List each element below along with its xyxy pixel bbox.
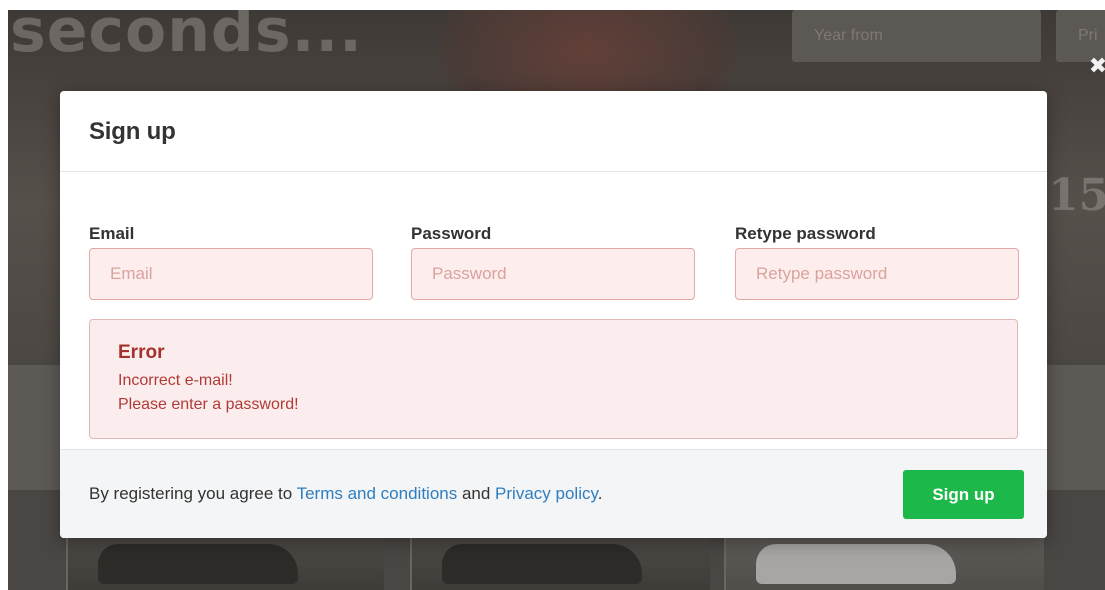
modal-body: Email Password Retype password Error Inc…: [60, 172, 1047, 449]
close-icon[interactable]: ✖: [1086, 55, 1105, 79]
modal-footer: By registering you agree to Terms and co…: [60, 449, 1047, 538]
error-title: Error: [118, 342, 165, 363]
terms-and: and: [457, 484, 496, 503]
email-field[interactable]: [89, 248, 373, 300]
year-from-input: Year from: [792, 10, 1041, 62]
modal-title: Sign up: [89, 118, 176, 145]
modal-header: Sign up: [60, 91, 1047, 172]
terms-suffix: .: [597, 484, 603, 503]
retype-password-label: Retype password: [735, 224, 876, 243]
error-alert: Error Incorrect e-mail! Please enter a p…: [89, 319, 1018, 439]
password-label: Password: [411, 224, 492, 243]
retype-password-field-group: Retype password: [735, 224, 1019, 300]
car-image: [442, 544, 642, 584]
terms-prefix: By registering you agree to: [89, 484, 297, 503]
error-message-email: Incorrect e-mail!: [118, 372, 233, 389]
retype-password-field[interactable]: [735, 248, 1019, 300]
car-image: [98, 544, 298, 584]
email-label: Email: [89, 224, 135, 243]
background-sign: 15: [1048, 170, 1105, 221]
terms-notice: By registering you agree to Terms and co…: [89, 484, 602, 504]
signup-button[interactable]: Sign up: [903, 470, 1024, 519]
privacy-link[interactable]: Privacy policy: [495, 484, 598, 503]
email-field-group: Email: [89, 224, 373, 300]
password-field[interactable]: [411, 248, 695, 300]
car-image: [756, 544, 956, 584]
hero-heading: seconds...: [10, 10, 363, 66]
terms-link[interactable]: Terms and conditions: [297, 484, 458, 503]
password-field-group: Password: [411, 224, 695, 300]
signup-modal: Sign up Email Password Retype password E…: [60, 91, 1047, 538]
error-message-password: Please enter a password!: [118, 396, 299, 413]
